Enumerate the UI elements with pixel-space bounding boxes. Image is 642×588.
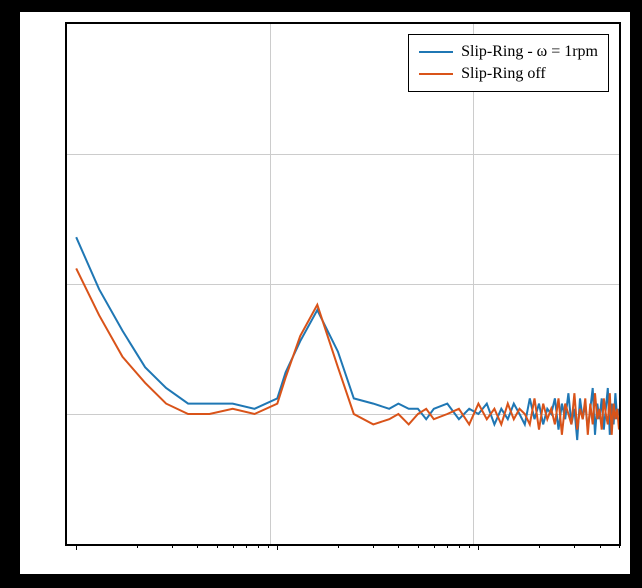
- legend-label: Slip-Ring off: [461, 65, 546, 83]
- chart-container: Slip-Ring - ω = 1rpm Slip-Ring off: [20, 12, 630, 574]
- tick: [76, 544, 77, 550]
- legend-swatch: [419, 73, 453, 75]
- legend-item: Slip-Ring - ω = 1rpm: [419, 41, 598, 63]
- tick: [447, 544, 448, 548]
- legend-label: Slip-Ring - ω = 1rpm: [461, 43, 598, 61]
- tick: [277, 544, 278, 550]
- tick: [418, 544, 419, 548]
- tick: [469, 544, 470, 548]
- tick: [217, 544, 218, 548]
- tick: [434, 544, 435, 548]
- line-series: [67, 24, 619, 544]
- tick: [268, 544, 269, 548]
- tick: [258, 544, 259, 548]
- legend-swatch: [419, 51, 453, 53]
- tick: [539, 544, 540, 548]
- tick: [459, 544, 460, 548]
- tick: [619, 544, 620, 548]
- tick: [137, 544, 138, 548]
- tick: [398, 544, 399, 548]
- tick: [172, 544, 173, 548]
- tick: [600, 544, 601, 548]
- plot-area: Slip-Ring - ω = 1rpm Slip-Ring off: [65, 22, 621, 546]
- tick: [233, 544, 234, 548]
- tick: [574, 544, 575, 548]
- tick: [197, 544, 198, 548]
- series-line: [76, 237, 619, 440]
- tick: [246, 544, 247, 548]
- tick: [373, 544, 374, 548]
- legend: Slip-Ring - ω = 1rpm Slip-Ring off: [408, 34, 609, 92]
- tick: [338, 544, 339, 548]
- legend-item: Slip-Ring off: [419, 63, 598, 85]
- tick: [478, 544, 479, 550]
